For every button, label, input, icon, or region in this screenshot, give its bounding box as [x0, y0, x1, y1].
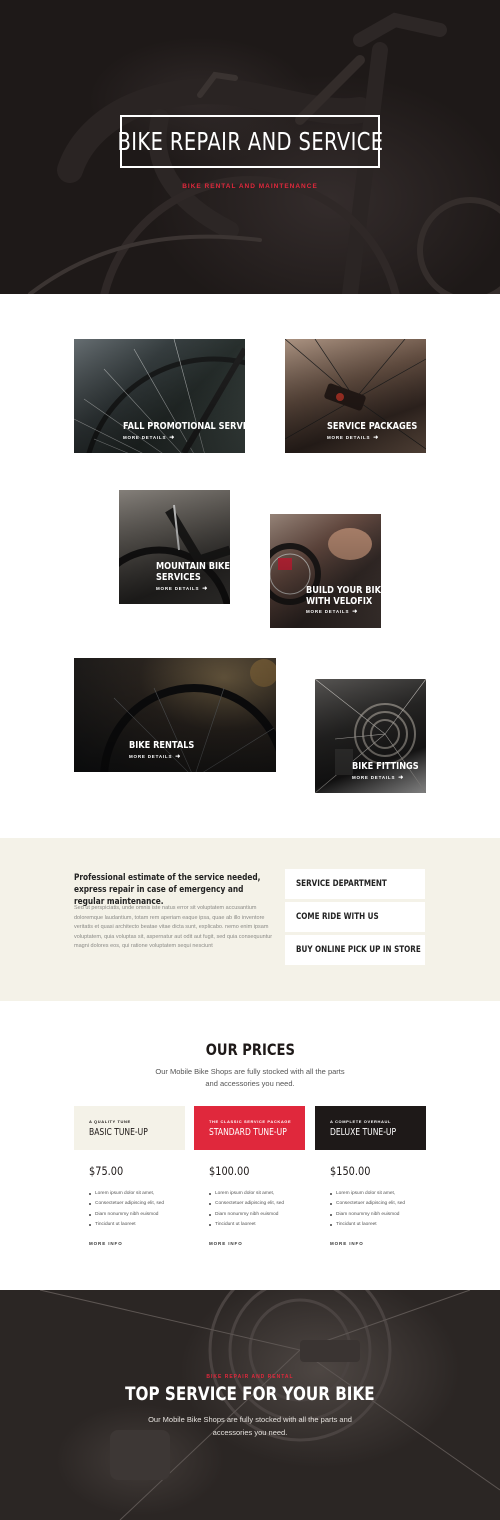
link-come-ride-with-us[interactable]: COME RIDE WITH US — [285, 902, 425, 932]
plan-name: BASIC TUNE-UP — [89, 1127, 148, 1138]
list-item: Diam nonummy nibh euismod — [89, 1210, 164, 1220]
list-item: Consectetuer adipiscing elit, sed — [330, 1199, 405, 1209]
list-item: Tincidunt ut laoreet — [209, 1220, 284, 1230]
service-card-title: BIKE FITTINGS — [352, 761, 419, 772]
plan-price: $100.00 — [209, 1164, 250, 1178]
plan-tag: A COMPLETE OVERHAUL — [330, 1119, 392, 1124]
link-service-department[interactable]: SERVICE DEPARTMENT — [285, 869, 425, 899]
arrow-right-icon: ➜ — [352, 609, 359, 615]
plan-header-standard: THE CLASSIC SERVICE PACKAGE STANDARD TUN… — [194, 1106, 305, 1150]
more-details-link[interactable]: MORE DETAILS ➜ — [327, 434, 379, 441]
plan-name: STANDARD TUNE-UP — [209, 1127, 287, 1138]
prices-subtitle: Our Mobile Bike Shops are fully stocked … — [155, 1067, 345, 1088]
plan-price: $75.00 — [89, 1164, 124, 1178]
service-card-title: BIKE RENTALS — [129, 740, 195, 751]
arrow-right-icon: ➜ — [202, 586, 209, 592]
prices-heading: OUR PRICES — [205, 1040, 295, 1059]
list-item: Consectetuer adipiscing elit, sed — [209, 1199, 284, 1209]
plan-tag: A QUALITY TUNE — [89, 1119, 131, 1124]
plan-header-deluxe: A COMPLETE OVERHAUL DELUXE TUNE-UP — [315, 1106, 426, 1150]
info-heading: Professional estimate of the service nee… — [74, 873, 261, 907]
info-body-text: Sed ut perspiciatis, unde omnis iste nat… — [74, 905, 273, 950]
more-details-link[interactable]: MORE DETAILS ➜ — [156, 585, 208, 592]
plan-feature-list: Lorem ipsum dolor sit amet, Consectetuer… — [209, 1189, 284, 1231]
cta-tagline: BIKE REPAIR AND RENTAL — [206, 1374, 294, 1380]
more-details-link[interactable]: MORE DETAILS ➜ — [129, 753, 181, 760]
service-card-title: BUILD YOUR BIKE WITH VELOFIX — [306, 585, 387, 607]
arrow-right-icon: ➜ — [169, 435, 176, 441]
more-info-link[interactable]: MORE INFO — [89, 1241, 123, 1246]
plan-name: DELUXE TUNE-UP — [330, 1127, 397, 1138]
list-item: Lorem ipsum dolor sit amet, — [89, 1189, 164, 1199]
cta-banner — [0, 1290, 500, 1520]
arrow-right-icon: ➜ — [398, 775, 405, 781]
bike-gears-image — [39, 1290, 500, 1520]
plan-feature-list: Lorem ipsum dolor sit amet, Consectetuer… — [330, 1189, 405, 1231]
cta-subtitle: Our Mobile Bike Shops are fully stocked … — [148, 1415, 352, 1437]
more-info-link[interactable]: MORE INFO — [209, 1241, 243, 1246]
link-buy-online-pick-up[interactable]: BUY ONLINE PICK UP IN STORE — [285, 935, 425, 965]
plan-header-basic: A QUALITY TUNE BASIC TUNE-UP — [74, 1106, 185, 1150]
list-item: Lorem ipsum dolor sit amet, — [209, 1189, 284, 1199]
plan-price: $150.00 — [330, 1164, 371, 1178]
list-item: Diam nonummy nibh euismod — [209, 1210, 284, 1220]
cta-heading: TOP SERVICE FOR YOUR BIKE — [125, 1383, 375, 1405]
plan-tag: THE CLASSIC SERVICE PACKAGE — [209, 1119, 292, 1124]
hero-subtitle: BIKE RENTAL AND MAINTENANCE — [182, 183, 318, 190]
service-card-title: SERVICE PACKAGES — [327, 421, 418, 432]
list-item: Consectetuer adipiscing elit, sed — [89, 1199, 164, 1209]
service-card-title: MOUNTAIN BIKE SERVICES — [156, 561, 230, 583]
list-item: Diam nonummy nibh euismod — [330, 1210, 405, 1220]
hero-title-frame: BIKE REPAIR AND SERVICE — [117, 115, 383, 168]
list-item: Tincidunt ut laoreet — [89, 1220, 164, 1230]
more-details-link[interactable]: MORE DETAILS ➜ — [352, 774, 404, 781]
more-details-link[interactable]: MORE DETAILS ➜ — [306, 608, 358, 615]
list-item: Tincidunt ut laoreet — [330, 1220, 405, 1230]
plan-feature-list: Lorem ipsum dolor sit amet, Consectetuer… — [89, 1189, 164, 1231]
arrow-right-icon: ➜ — [175, 754, 182, 760]
service-card-title: FALL PROMOTIONAL SERVICES — [123, 421, 264, 432]
hero-title: BIKE REPAIR AND SERVICE — [117, 127, 383, 156]
more-info-link[interactable]: MORE INFO — [330, 1241, 364, 1246]
hero-banner: BIKE REPAIR AND SERVICE BIKE RENTAL AND … — [0, 0, 500, 294]
list-item: Lorem ipsum dolor sit amet, — [330, 1189, 405, 1199]
more-details-link[interactable]: MORE DETAILS ➜ — [123, 434, 175, 441]
arrow-right-icon: ➜ — [373, 435, 380, 441]
